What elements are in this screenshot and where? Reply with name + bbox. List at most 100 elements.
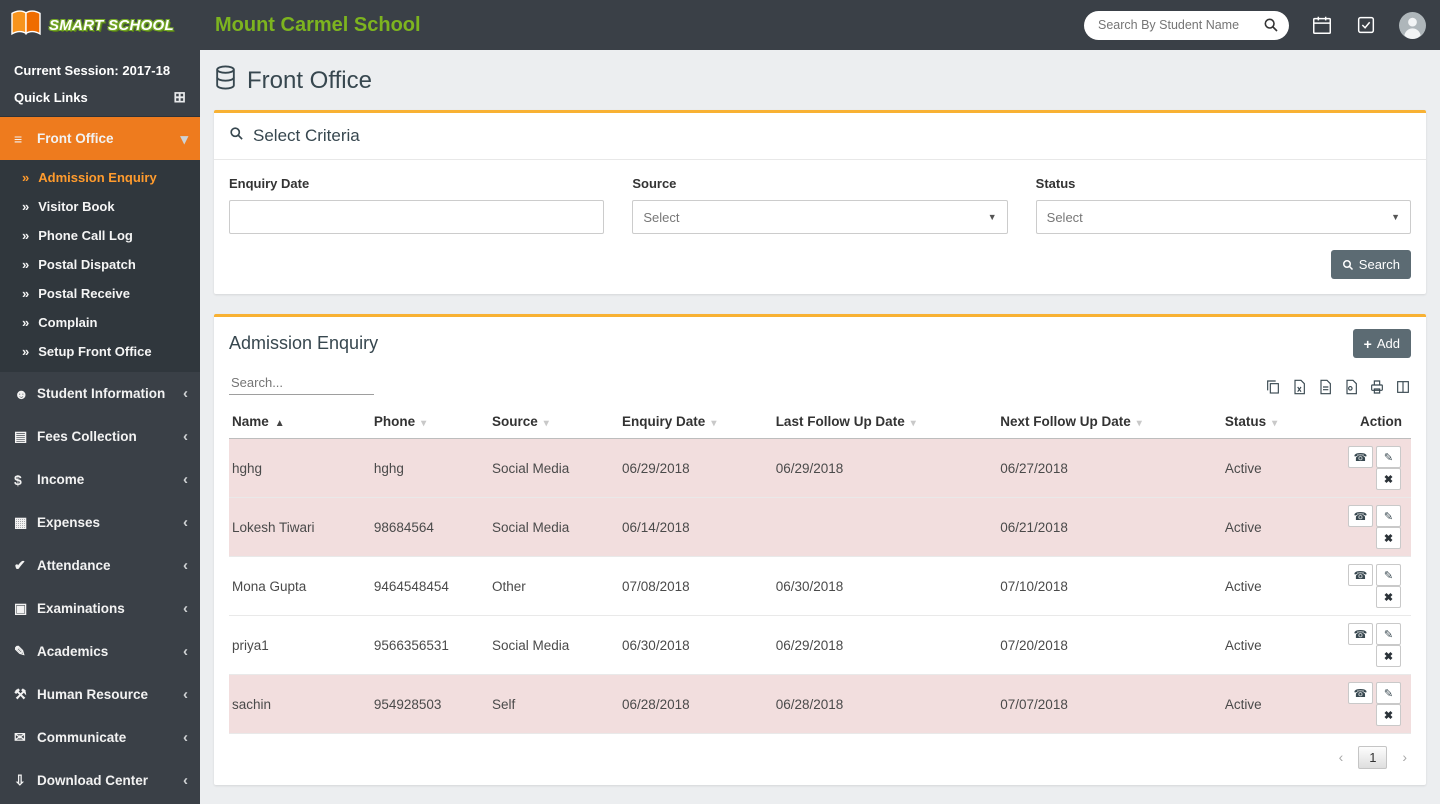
copy-icon[interactable] bbox=[1265, 379, 1281, 395]
menu-item-label: Examinations bbox=[37, 601, 183, 616]
sidebar-menu-item[interactable]: ▦ Expenses ‹ bbox=[0, 501, 200, 544]
sidebar-submenu-item[interactable]: » Postal Receive bbox=[0, 279, 200, 308]
sidebar-submenu-item[interactable]: » Complain bbox=[0, 308, 200, 337]
cell-next-follow-up: 07/07/2018 bbox=[997, 675, 1222, 734]
main-content: Front Office Select Criteria Enquiry Dat… bbox=[200, 50, 1440, 804]
search-icon[interactable] bbox=[1263, 17, 1279, 38]
page-number[interactable]: 1 bbox=[1358, 746, 1387, 769]
calendar-icon[interactable] bbox=[1311, 14, 1333, 36]
tasks-icon[interactable] bbox=[1355, 14, 1377, 36]
print-icon[interactable] bbox=[1369, 379, 1385, 395]
column-header[interactable]: Enquiry Date▾ bbox=[619, 405, 773, 439]
csv-export-icon[interactable] bbox=[1317, 379, 1333, 395]
delete-button[interactable]: ✖ bbox=[1376, 704, 1401, 726]
export-toolbar bbox=[1265, 379, 1411, 395]
edit-button[interactable]: ✎ bbox=[1376, 623, 1401, 645]
edit-button[interactable]: ✎ bbox=[1376, 505, 1401, 527]
double-angle-icon: » bbox=[22, 315, 29, 330]
delete-button[interactable]: ✖ bbox=[1376, 468, 1401, 490]
grid-icon[interactable]: ⊞ bbox=[173, 88, 186, 106]
select-criteria-card: Select Criteria Enquiry Date Source Sele… bbox=[214, 110, 1426, 294]
cell-enquiry-date: 06/14/2018 bbox=[619, 498, 773, 557]
cell-action: ☎✎✖ bbox=[1328, 498, 1411, 557]
sidebar-submenu-item[interactable]: » Postal Dispatch bbox=[0, 250, 200, 279]
current-session: Current Session: 2017-18 bbox=[0, 50, 200, 81]
app-logo[interactable]: SMART SCHOOL bbox=[0, 0, 200, 50]
double-angle-icon: » bbox=[22, 199, 29, 214]
sidebar-submenu-item[interactable]: » Phone Call Log bbox=[0, 221, 200, 250]
chevron-left-icon: ‹ bbox=[183, 772, 188, 789]
sidebar-submenu-item[interactable]: » Admission Enquiry bbox=[0, 163, 200, 192]
column-header[interactable]: Status▾ bbox=[1222, 405, 1328, 439]
sidebar-submenu-item[interactable]: » Visitor Book bbox=[0, 192, 200, 221]
column-header-label: Action bbox=[1360, 414, 1402, 429]
prev-page-arrow[interactable]: ‹ bbox=[1335, 749, 1348, 765]
sidebar-menu-item[interactable]: ✉ Communicate ‹ bbox=[0, 716, 200, 759]
cell-source: Other bbox=[489, 557, 619, 616]
cell-name: Lokesh Tiwari bbox=[229, 498, 371, 557]
edit-button[interactable]: ✎ bbox=[1376, 682, 1401, 704]
user-avatar[interactable] bbox=[1399, 12, 1426, 39]
student-search-input[interactable] bbox=[1084, 11, 1289, 40]
menu-item-icon: ⚒ bbox=[14, 686, 37, 703]
cell-next-follow-up: 07/20/2018 bbox=[997, 616, 1222, 675]
sidebar-menu-item[interactable]: ☻ Student Information ‹ bbox=[0, 372, 200, 415]
columns-icon[interactable] bbox=[1395, 379, 1411, 395]
delete-button[interactable]: ✖ bbox=[1376, 527, 1401, 549]
sidebar-menu-item[interactable]: $ Income ‹ bbox=[0, 458, 200, 501]
chevron-down-icon: ▼ bbox=[988, 212, 997, 222]
call-button[interactable]: ☎ bbox=[1348, 623, 1373, 645]
pdf-export-icon[interactable] bbox=[1343, 379, 1359, 395]
enquiry-date-input[interactable] bbox=[229, 200, 604, 234]
sidebar-menu-item[interactable]: ✔ Attendance ‹ bbox=[0, 544, 200, 587]
sidebar-submenu-item[interactable]: » Setup Front Office bbox=[0, 337, 200, 366]
edit-button[interactable]: ✎ bbox=[1376, 446, 1401, 468]
delete-button[interactable]: ✖ bbox=[1376, 586, 1401, 608]
menu-item-label: Human Resource bbox=[37, 687, 183, 702]
menu-item-label: Front Office bbox=[37, 131, 180, 146]
cell-last-follow-up: 06/28/2018 bbox=[773, 675, 998, 734]
edit-button[interactable]: ✎ bbox=[1376, 564, 1401, 586]
delete-button[interactable]: ✖ bbox=[1376, 645, 1401, 667]
call-button[interactable]: ☎ bbox=[1348, 446, 1373, 468]
sidebar-menu-item[interactable]: ✎ Academics ‹ bbox=[0, 630, 200, 673]
submenu-item-label: Admission Enquiry bbox=[38, 170, 156, 185]
sidebar-menu-item[interactable]: ▤ Fees Collection ‹ bbox=[0, 415, 200, 458]
table-row: Lokesh Tiwari 98684564 Social Media 06/1… bbox=[229, 498, 1411, 557]
chevron-left-icon: ‹ bbox=[183, 557, 188, 574]
sidebar-menu-item[interactable]: ⚒ Human Resource ‹ bbox=[0, 673, 200, 716]
menu-item-label: Student Information bbox=[37, 386, 183, 401]
topbar: SMART SCHOOL Mount Carmel School bbox=[0, 0, 1440, 50]
table-search-input[interactable] bbox=[229, 371, 374, 395]
status-select[interactable]: Select ▼ bbox=[1036, 200, 1411, 234]
excel-export-icon[interactable] bbox=[1291, 379, 1307, 395]
column-header-label: Phone bbox=[374, 414, 415, 429]
sidebar-menu-item[interactable]: ⇩ Download Center ‹ bbox=[0, 759, 200, 802]
sort-icon: ▲ bbox=[275, 418, 285, 429]
next-page-arrow[interactable]: › bbox=[1398, 749, 1411, 765]
search-button[interactable]: Search bbox=[1331, 250, 1411, 279]
column-header[interactable]: Action bbox=[1328, 405, 1411, 439]
source-field: Source Select ▼ bbox=[632, 176, 1007, 234]
criteria-fields: Enquiry Date Source Select ▼ Status Sele… bbox=[214, 160, 1426, 240]
double-angle-icon: » bbox=[22, 228, 29, 243]
menu-item-label: Fees Collection bbox=[37, 429, 183, 444]
column-header[interactable]: Source▾ bbox=[489, 405, 619, 439]
column-header[interactable]: Name▲ bbox=[229, 405, 371, 439]
call-button[interactable]: ☎ bbox=[1348, 564, 1373, 586]
call-button[interactable]: ☎ bbox=[1348, 505, 1373, 527]
chevron-left-icon: ‹ bbox=[183, 686, 188, 703]
add-button[interactable]: + Add bbox=[1353, 329, 1411, 358]
status-select-value: Select bbox=[1047, 210, 1083, 225]
column-header[interactable]: Next Follow Up Date▾ bbox=[997, 405, 1222, 439]
source-select[interactable]: Select ▼ bbox=[632, 200, 1007, 234]
call-button[interactable]: ☎ bbox=[1348, 682, 1373, 704]
cell-action: ☎✎✖ bbox=[1328, 675, 1411, 734]
column-header[interactable]: Last Follow Up Date▾ bbox=[773, 405, 998, 439]
column-header[interactable]: Phone▾ bbox=[371, 405, 489, 439]
sidebar-item-front-office[interactable]: ≡ Front Office ▾ bbox=[0, 117, 200, 160]
table-search bbox=[229, 371, 374, 395]
quick-links[interactable]: Quick Links ⊞ bbox=[0, 81, 200, 117]
sidebar-menu-item[interactable]: ▣ Examinations ‹ bbox=[0, 587, 200, 630]
chevron-left-icon: ‹ bbox=[183, 729, 188, 746]
